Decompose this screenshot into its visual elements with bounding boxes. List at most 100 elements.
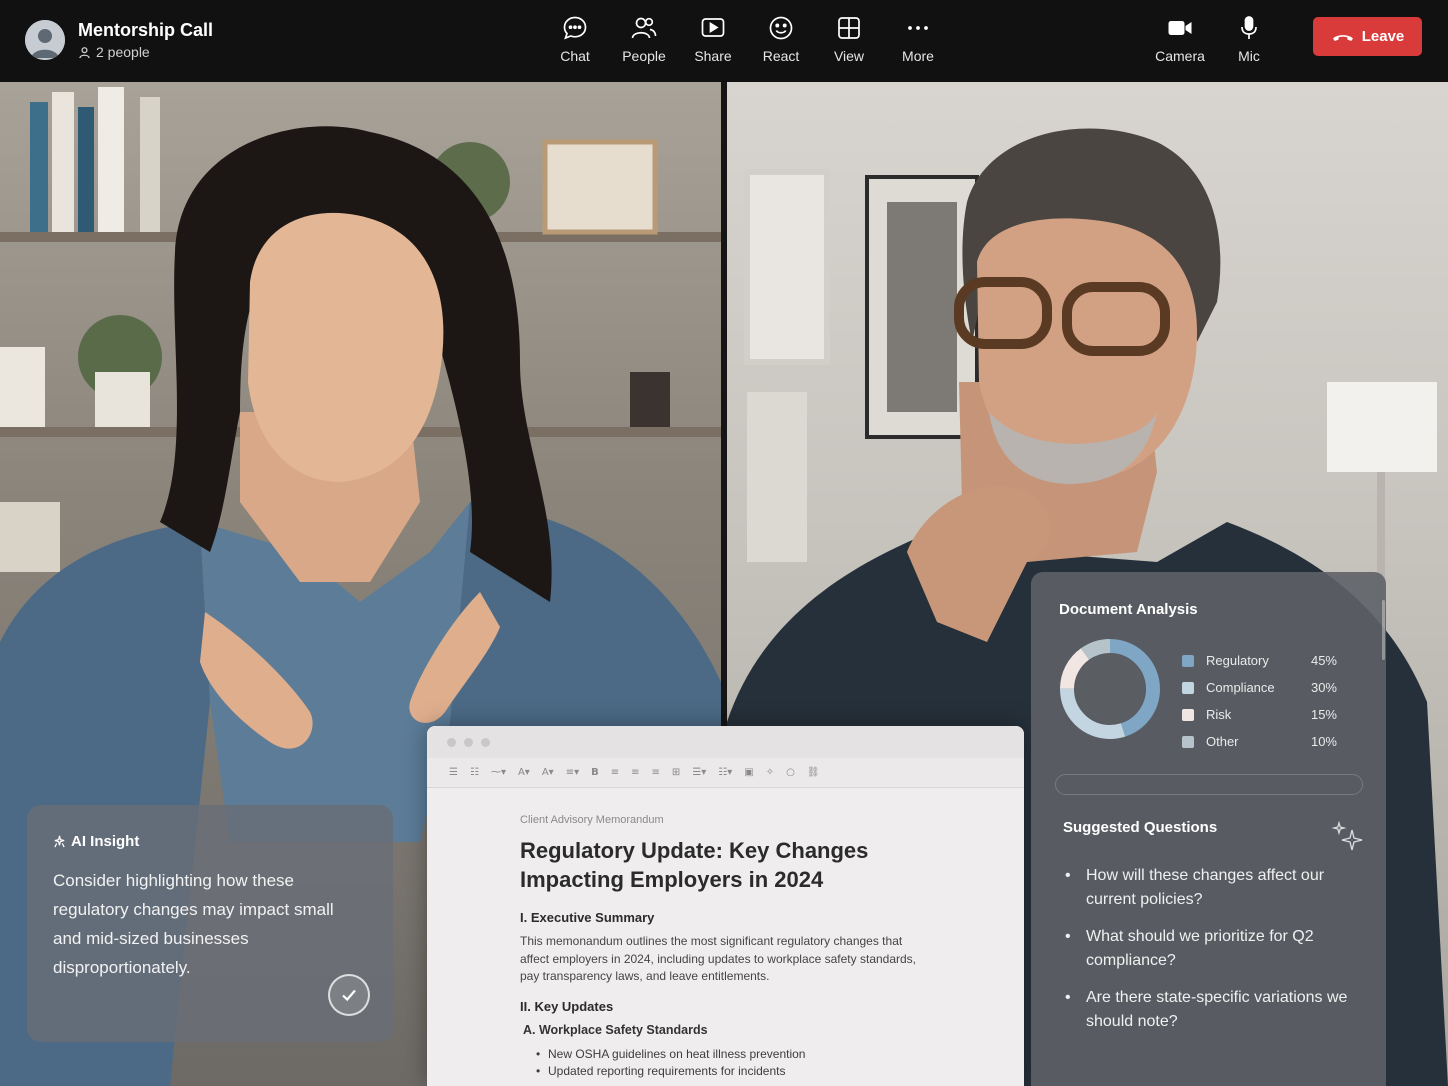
document-bullet-list: New OSHA guidelines on heat illness prev… bbox=[536, 1046, 1024, 1080]
legend-row: Risk 15% bbox=[1182, 701, 1337, 728]
leave-button[interactable]: Leave bbox=[1313, 17, 1422, 56]
leave-label: Leave bbox=[1361, 28, 1405, 45]
section-heading: I. Executive Summary bbox=[520, 910, 655, 925]
accept-insight-button[interactable] bbox=[328, 974, 370, 1016]
comment-icon[interactable]: ○ bbox=[786, 767, 795, 778]
list-item: Updated reporting requirements for incid… bbox=[536, 1063, 1024, 1080]
suggested-question[interactable]: How will these changes affect our curren… bbox=[1063, 864, 1353, 912]
window-maximize-dot[interactable] bbox=[481, 738, 490, 747]
mic-icon bbox=[1241, 16, 1257, 39]
align-left-icon[interactable]: ≡ bbox=[611, 767, 619, 778]
suggested-question[interactable]: What should we prioritize for Q2 complia… bbox=[1063, 925, 1353, 973]
document-kicker: Client Advisory Memorandum bbox=[520, 814, 664, 826]
sparkle-icon bbox=[1331, 820, 1363, 851]
document-titlebar bbox=[427, 726, 1024, 758]
view-button[interactable]: View bbox=[814, 14, 884, 64]
bullet-list-icon[interactable]: ☰ bbox=[449, 767, 458, 778]
view-label: View bbox=[833, 48, 865, 64]
share-button[interactable]: Share bbox=[678, 14, 748, 64]
camera-button[interactable]: Camera bbox=[1145, 14, 1215, 64]
participant-count: 2 people bbox=[78, 44, 150, 60]
share-icon bbox=[701, 18, 725, 37]
document-title: Regulatory Update: Key Changes Impacting… bbox=[520, 838, 869, 892]
react-label: React bbox=[762, 48, 800, 64]
donut-center bbox=[1075, 654, 1145, 724]
legend-label: Risk bbox=[1206, 707, 1232, 722]
document-body: Client Advisory Memorandum Regulatory Up… bbox=[427, 788, 1024, 1080]
category-donut-chart bbox=[1060, 639, 1160, 739]
shared-document-window[interactable]: ☰ ☷ ⁓▾ A▾ A▾ ≡▾ B ≡ ≡ ≡ ⊞ ☰▾ ☷▾ ▣ ✧ ○ ⛓ … bbox=[427, 726, 1024, 1086]
highlight-dropdown-icon[interactable]: ≡▾ bbox=[566, 767, 579, 778]
chat-label: Chat bbox=[560, 48, 590, 64]
chart-legend: Regulatory 45% Compliance 30% Risk 15% O… bbox=[1182, 647, 1337, 755]
legend-swatch bbox=[1182, 735, 1194, 748]
smile-icon bbox=[769, 16, 793, 40]
grid-icon bbox=[838, 17, 860, 39]
suggested-question[interactable]: Are there state-specific variations we s… bbox=[1063, 986, 1353, 1034]
more-icon bbox=[908, 26, 928, 30]
align-right-icon[interactable]: ≡ bbox=[652, 767, 660, 778]
list-dropdown-icon[interactable]: ☰▾ bbox=[692, 767, 706, 778]
call-toolbar: Mentorship Call 2 people Chat People Sha… bbox=[0, 0, 1448, 82]
camera-icon bbox=[1168, 21, 1192, 35]
people-label: People bbox=[622, 48, 666, 64]
ai-insight-card: AI Insight Consider highlighting how the… bbox=[27, 805, 393, 1042]
legend-value: 30% bbox=[1310, 680, 1337, 695]
numbered-list-icon[interactable]: ☷ bbox=[470, 767, 479, 778]
people-button[interactable]: People bbox=[609, 14, 679, 64]
text-color-dropdown-icon[interactable]: A▾ bbox=[542, 767, 554, 778]
ai-sparkle-icon bbox=[54, 835, 65, 848]
legend-value: 10% bbox=[1310, 734, 1337, 749]
participant-count-label: 2 people bbox=[96, 44, 150, 60]
user-avatar[interactable] bbox=[25, 20, 65, 60]
person-icon bbox=[79, 46, 90, 58]
subsection-heading: A. Workplace Safety Standards bbox=[523, 1022, 708, 1037]
window-close-dot[interactable] bbox=[447, 738, 456, 747]
panel-divider bbox=[1055, 774, 1363, 795]
analysis-title: Document Analysis bbox=[1059, 601, 1198, 618]
legend-value: 45% bbox=[1310, 653, 1337, 668]
mic-button[interactable]: Mic bbox=[1214, 14, 1284, 64]
chat-button[interactable]: Chat bbox=[540, 14, 610, 64]
more-button[interactable]: More bbox=[883, 14, 953, 64]
ai-insight-text: Consider highlighting how these regulato… bbox=[53, 871, 334, 977]
camera-label: Camera bbox=[1155, 48, 1205, 64]
suggested-questions-title: Suggested Questions bbox=[1063, 819, 1218, 836]
legend-label: Other bbox=[1206, 734, 1239, 749]
image-icon[interactable]: ▣ bbox=[744, 767, 753, 778]
section-heading: II. Key Updates bbox=[520, 998, 614, 1014]
ai-insight-header: AI Insight bbox=[53, 833, 367, 850]
people-icon bbox=[631, 17, 657, 39]
legend-row: Compliance 30% bbox=[1182, 674, 1337, 701]
indent-dropdown-icon[interactable]: ☷▾ bbox=[718, 767, 732, 778]
style-dropdown-icon[interactable]: ⁓▾ bbox=[491, 767, 506, 778]
font-dropdown-icon[interactable]: A▾ bbox=[518, 767, 530, 778]
share-label: Share bbox=[694, 48, 732, 64]
table-icon[interactable]: ⊞ bbox=[672, 767, 680, 778]
legend-swatch bbox=[1182, 708, 1194, 721]
legend-label: Compliance bbox=[1206, 680, 1275, 695]
call-title: Mentorship Call bbox=[78, 20, 214, 40]
react-button[interactable]: React bbox=[746, 14, 816, 64]
check-icon bbox=[342, 989, 356, 1002]
panel-scrollbar[interactable] bbox=[1382, 600, 1385, 660]
align-center-icon[interactable]: ≡ bbox=[631, 767, 639, 778]
legend-swatch bbox=[1182, 654, 1194, 667]
ai-insight-title: AI Insight bbox=[71, 833, 140, 850]
avatar-person-icon bbox=[25, 20, 65, 60]
window-minimize-dot[interactable] bbox=[464, 738, 473, 747]
link-icon[interactable]: ⛓ bbox=[807, 767, 820, 778]
legend-label: Regulatory bbox=[1206, 653, 1269, 668]
legend-value: 15% bbox=[1310, 707, 1337, 722]
suggested-questions-list: How will these changes affect our curren… bbox=[1063, 864, 1353, 1047]
legend-swatch bbox=[1182, 681, 1194, 694]
hangup-icon bbox=[1332, 34, 1353, 41]
list-item: New OSHA guidelines on heat illness prev… bbox=[536, 1046, 1024, 1063]
document-toolbar: ☰ ☷ ⁓▾ A▾ A▾ ≡▾ B ≡ ≡ ≡ ⊞ ☰▾ ☷▾ ▣ ✧ ○ ⛓ bbox=[427, 758, 1024, 788]
mic-label: Mic bbox=[1238, 48, 1260, 64]
chat-icon bbox=[563, 16, 587, 40]
bold-icon[interactable]: B bbox=[591, 767, 599, 778]
more-label: More bbox=[902, 48, 934, 64]
section-paragraph: This memonandum outlines the most signif… bbox=[520, 934, 917, 983]
sparkle-icon[interactable]: ✧ bbox=[766, 767, 774, 778]
